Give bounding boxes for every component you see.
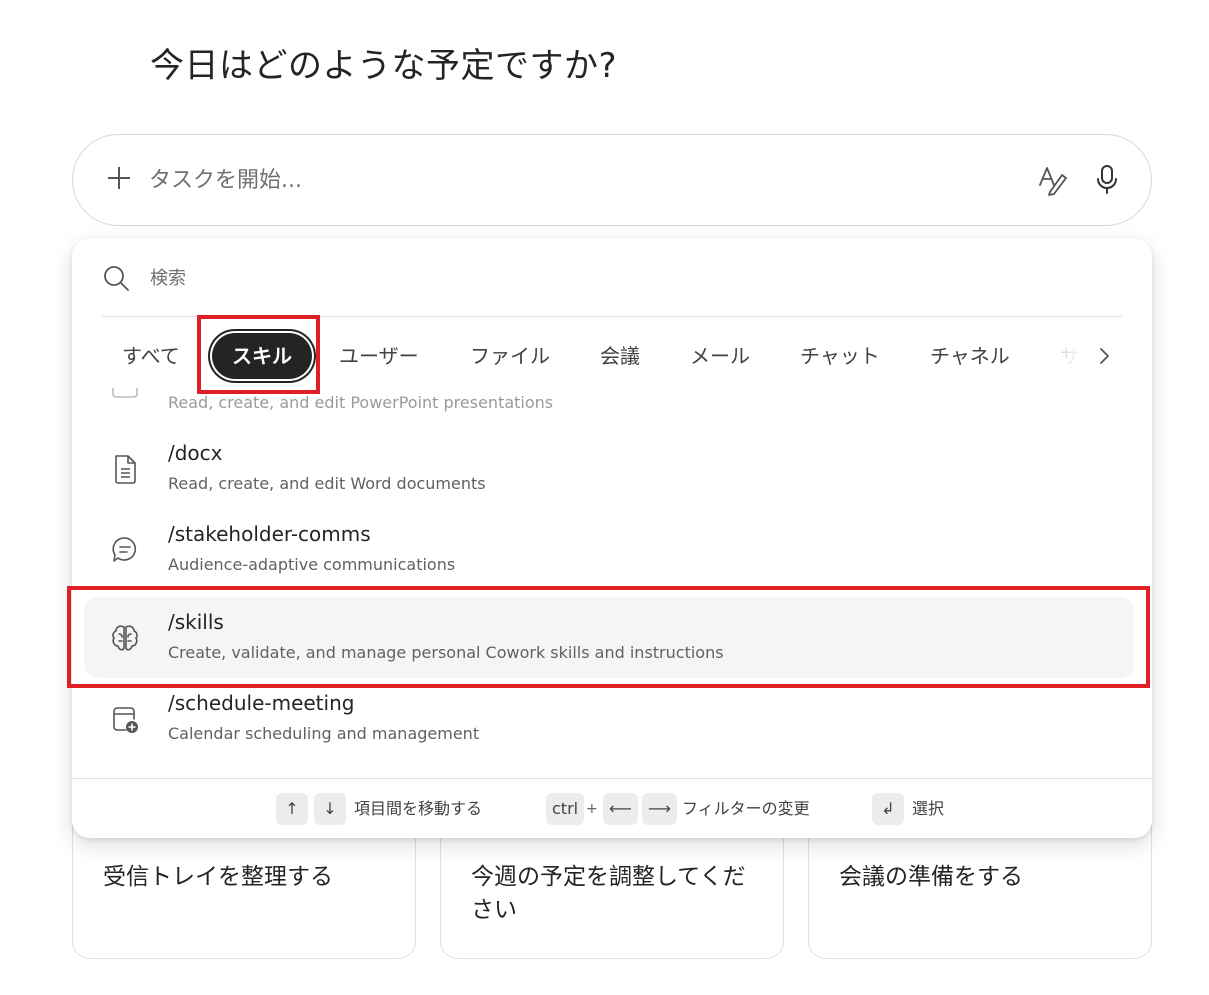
skill-name: /docx (168, 441, 223, 465)
chat-bubble-icon (110, 533, 140, 567)
task-composer[interactable] (72, 134, 1152, 226)
divider (102, 316, 1122, 317)
filter-tabs: すべて スキル ユーザー ファイル 会議 メール チャット チャネル サ- (102, 330, 1122, 382)
skill-description: Create, validate, and manage personal Co… (168, 643, 724, 662)
microphone-icon[interactable] (1093, 163, 1121, 197)
search-input[interactable] (150, 262, 1050, 294)
text-style-icon[interactable] (1037, 163, 1069, 197)
plus-sign: + (586, 801, 598, 817)
tab-meetings[interactable]: 会議 (600, 330, 640, 382)
navigate-hint: 項目間を移動する (354, 799, 483, 818)
skill-name: /stakeholder-comms (168, 522, 371, 546)
calendar-add-icon (110, 702, 140, 736)
tab-users[interactable]: ユーザー (339, 330, 419, 382)
down-arrow-key: ↓ (314, 793, 346, 825)
tab-all[interactable]: すべて (122, 330, 180, 382)
enter-key: ↲ (872, 793, 904, 825)
task-input[interactable] (149, 161, 949, 199)
skill-list: Read, create, and edit PowerPoint presen… (72, 388, 1152, 778)
list-item-schedule-meeting[interactable]: /schedule-meeting Calendar scheduling an… (84, 678, 1134, 759)
list-item-stakeholder-comms[interactable]: /stakeholder-comms Audience-adaptive com… (84, 509, 1134, 590)
list-item-pptx[interactable]: Read, create, and edit PowerPoint presen… (84, 388, 1134, 428)
select-hint: 選択 (912, 799, 945, 818)
filter-hint: フィルターの変更 (682, 799, 810, 818)
list-item-skills[interactable]: /skills Create, validate, and manage per… (84, 597, 1134, 678)
skill-name: /schedule-meeting (168, 691, 355, 715)
brain-icon (110, 621, 140, 655)
tabs-overflow-fade (1042, 330, 1102, 382)
greeting-heading: 今日はどのような予定ですか? (150, 46, 618, 86)
presentation-icon (110, 388, 140, 405)
list-item-docx[interactable]: /docx Read, create, and edit Word docume… (84, 428, 1134, 509)
skill-description: Calendar scheduling and management (168, 724, 480, 743)
skill-picker-popup: すべて スキル ユーザー ファイル 会議 メール チャット チャネル サ- Re… (72, 238, 1152, 838)
skill-name: /skills (168, 610, 224, 634)
left-arrow-key: ⟵ (603, 793, 638, 825)
search-icon (102, 264, 130, 292)
up-arrow-key: ↑ (276, 793, 308, 825)
tab-mail[interactable]: メール (690, 330, 750, 382)
suggestion-card-label: 会議の準備をする (839, 864, 1023, 890)
document-icon (110, 452, 140, 486)
skill-description: Read, create, and edit PowerPoint presen… (168, 393, 554, 412)
chevron-right-icon[interactable] (1094, 344, 1116, 368)
keyboard-hints: ↑ ↓ 項目間を移動する ctrl + ⟵ ⟶ フィルターの変更 ↲ 選択 (72, 778, 1152, 838)
tab-files[interactable]: ファイル (470, 330, 550, 382)
plus-icon[interactable] (106, 165, 132, 191)
suggestion-card-label: 今週の予定を調整してください (471, 864, 746, 923)
popup-search (102, 260, 1122, 296)
skill-description: Read, create, and edit Word documents (168, 474, 486, 493)
right-arrow-key: ⟶ (642, 793, 677, 825)
tab-chat[interactable]: チャット (800, 330, 880, 382)
suggestion-card-label: 受信トレイを整理する (103, 864, 333, 890)
skill-description: Audience-adaptive communications (168, 555, 456, 574)
tab-skills[interactable]: スキル (212, 333, 312, 379)
tab-channels[interactable]: チャネル (930, 330, 1010, 382)
ctrl-key: ctrl (546, 793, 585, 825)
